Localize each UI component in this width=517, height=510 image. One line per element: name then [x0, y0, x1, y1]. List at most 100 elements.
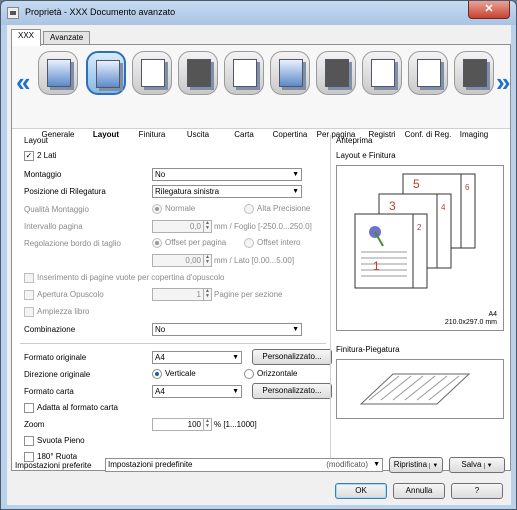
spinner-arrows-icon[interactable]: ▲ ▼: [203, 221, 211, 232]
spinner-arrows-icon[interactable]: ▲ ▼: [203, 419, 211, 430]
checkbox-box[interactable]: [24, 290, 34, 300]
output-icon: [178, 51, 218, 95]
imaging-icon: [454, 51, 494, 95]
orientation-portrait-label: Verticale: [165, 369, 196, 378]
category-uscita[interactable]: Uscita: [176, 51, 220, 139]
category-registri[interactable]: Registri: [360, 51, 404, 139]
shift-per-page-radio[interactable]: Offset per pagina: [152, 238, 227, 248]
combination-select[interactable]: No ▼: [152, 323, 302, 336]
restore-button[interactable]: Ripristina ▼: [389, 457, 443, 473]
page-number-6: 6: [465, 183, 470, 192]
radio-dot[interactable]: [244, 369, 254, 379]
panel-divider: [330, 135, 331, 465]
chevron-down-icon: ▼: [232, 388, 239, 395]
radio-dot[interactable]: [244, 238, 254, 248]
next-arrow-icon[interactable]: »: [496, 67, 510, 98]
window-title: Proprietà - XXX Documento avanzato: [25, 7, 176, 17]
paper-size-value: A4: [155, 387, 165, 396]
radio-dot[interactable]: [152, 238, 162, 248]
category-copertina[interactable]: Copertina: [268, 51, 312, 139]
quality-normal-label: Normale: [165, 204, 196, 213]
montaggio-select[interactable]: No ▼: [152, 168, 302, 181]
chevron-down-icon: ▼: [292, 326, 299, 333]
paper-size-select[interactable]: A4 ▼: [152, 385, 242, 398]
preview-subtitle: Layout e Finitura: [336, 151, 396, 160]
category-toolbar: « Generale Layout Finitura Uscita Carta …: [12, 45, 510, 139]
close-button[interactable]: ✕: [468, 1, 510, 19]
montaggio-label: Montaggio: [24, 170, 62, 179]
shift-spinner[interactable]: 0,00 ▲ ▼: [152, 254, 212, 267]
layout-group-title: Layout: [24, 136, 49, 145]
quality-high-label: Alta Precisione: [257, 204, 311, 213]
zoom-spinner[interactable]: 100 ▲ ▼: [152, 418, 212, 431]
checkbox-box[interactable]: [24, 403, 34, 413]
checkbox-box[interactable]: [24, 273, 34, 283]
shift-whole-label: Offset intero: [257, 238, 301, 247]
save-label: Salva: [461, 460, 482, 469]
original-custom-button[interactable]: Personalizzato...: [252, 349, 332, 365]
dialog-client: XXX Avanzate « Generale Layout Finitura: [7, 25, 511, 505]
orientation-landscape-radio[interactable]: Orizzontale: [244, 369, 297, 379]
blank-insert-label: Inserimento di pagine vuote per copertin…: [37, 273, 225, 282]
favorites-select[interactable]: Impostazioni predefinite (modificato) ▼: [105, 458, 383, 472]
shift-suffix: mm / Lato [0.00...5.00]: [214, 256, 295, 265]
preview-title: Anteprima: [336, 136, 373, 145]
category-generale[interactable]: Generale: [36, 51, 80, 139]
help-button[interactable]: ?: [451, 483, 503, 499]
radio-dot[interactable]: [152, 204, 162, 214]
category-conf-reg[interactable]: Conf. di Reg.: [405, 51, 451, 139]
checkbox-box[interactable]: ✓: [24, 151, 34, 161]
chevron-down-icon: ▼: [292, 171, 299, 178]
tab-xxx[interactable]: XXX: [11, 29, 42, 46]
booklet-width-checkbox[interactable]: Ampiezza libro: [24, 307, 89, 317]
category-finitura[interactable]: Finitura: [130, 51, 174, 139]
radio-dot[interactable]: [244, 204, 254, 214]
save-button[interactable]: Salva ▼: [449, 457, 505, 473]
interval-spinner[interactable]: 0,0 ▲ ▼: [152, 220, 212, 233]
quality-high-radio[interactable]: Alta Precisione: [244, 204, 311, 214]
page-number-1: 1: [373, 259, 380, 273]
blank-insert-checkbox[interactable]: Inserimento di pagine vuote per copertin…: [24, 273, 225, 283]
shift-per-page-label: Offset per pagina: [165, 238, 227, 247]
layout-settings: Layout ✓ 2 Lati Montaggio No ▼ Posizione …: [16, 135, 332, 468]
orientation-portrait-radio[interactable]: Verticale: [152, 369, 196, 379]
tab-settings-icon: [408, 51, 448, 95]
radio-dot[interactable]: [152, 369, 162, 379]
binding-value: Rilegatura sinistra: [155, 187, 220, 196]
category-per-pagina[interactable]: Per pagina: [314, 51, 358, 139]
full-bleed-checkbox[interactable]: Svuota Pieno: [24, 436, 85, 446]
cover-icon: [270, 51, 310, 95]
tab-avanzate[interactable]: Avanzate: [43, 31, 91, 45]
spinner-arrows-icon[interactable]: ▲ ▼: [203, 289, 211, 300]
category-layout[interactable]: Layout: [84, 51, 128, 139]
shift-whole-radio[interactable]: Offset intero: [244, 238, 301, 248]
category-carta[interactable]: Carta: [222, 51, 266, 139]
finishing-preview: [336, 359, 504, 419]
chevron-down-icon: ▼: [232, 354, 239, 361]
category-imaging[interactable]: Imaging: [452, 51, 496, 139]
quality-normal-radio[interactable]: Normale: [152, 204, 196, 214]
chevron-down-icon[interactable]: ▼: [429, 463, 439, 469]
duplex-checkbox[interactable]: ✓ 2 Lati: [24, 151, 57, 161]
ok-button[interactable]: OK: [335, 483, 387, 499]
quality-label: Qualità Montaggio: [24, 205, 89, 214]
original-size-select[interactable]: A4 ▼: [152, 351, 242, 364]
shift-value: 0,00: [185, 256, 201, 265]
booklet-open-checkbox[interactable]: Apertura Opuscolo: [24, 290, 104, 300]
layout-preview: 1 2 3 4 5 6 A4 210.0x297.0 mm: [336, 165, 504, 331]
fit-to-paper-checkbox[interactable]: Adatta al formato carta: [24, 403, 118, 413]
binding-select[interactable]: Rilegatura sinistra ▼: [152, 185, 302, 198]
chevron-down-icon[interactable]: ▼: [483, 463, 493, 469]
favorites-value: Impostazioni predefinite: [108, 460, 193, 469]
checkbox-box[interactable]: [24, 307, 34, 317]
prev-arrow-icon[interactable]: «: [16, 67, 30, 98]
checkbox-box[interactable]: [24, 436, 34, 446]
original-size-label: Formato originale: [24, 353, 87, 362]
original-size-value: A4: [155, 353, 165, 362]
paper-custom-button[interactable]: Personalizzato...: [252, 383, 332, 399]
combination-label: Combinazione: [24, 325, 76, 334]
booklet-open-spinner[interactable]: 1 ▲ ▼: [152, 288, 212, 301]
interval-suffix: mm / Foglio [-250.0...250.0]: [214, 222, 312, 231]
cancel-button[interactable]: Annulla: [393, 483, 445, 499]
spinner-arrows-icon[interactable]: ▲ ▼: [203, 255, 211, 266]
